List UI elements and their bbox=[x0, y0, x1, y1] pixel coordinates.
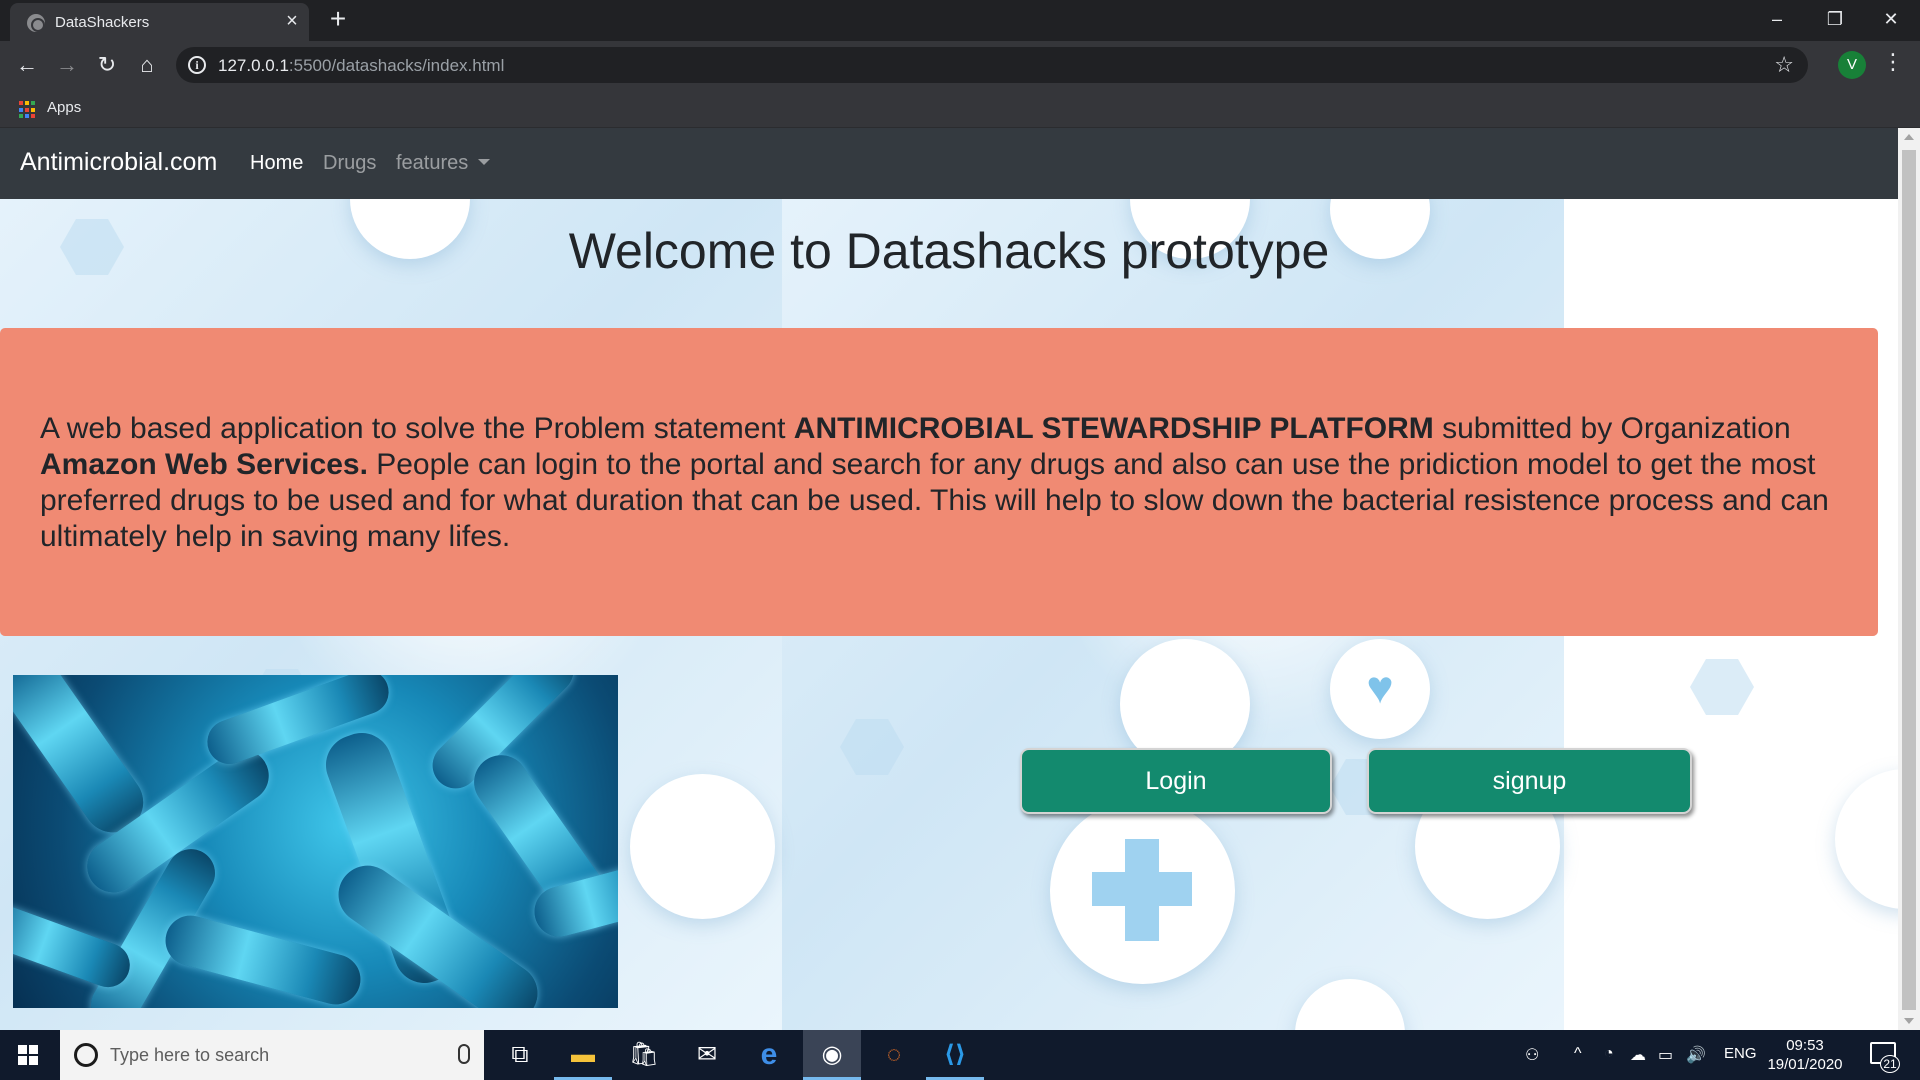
signup-button[interactable]: signup bbox=[1367, 748, 1692, 814]
info-icon[interactable]: i bbox=[188, 56, 206, 74]
page-viewport: ♥ Antimicrobial.com Home Drugs features … bbox=[0, 128, 1898, 1030]
close-window-icon[interactable]: ✕ bbox=[1862, 0, 1920, 41]
taskbar-search-placeholder: Type here to search bbox=[110, 1045, 270, 1065]
restore-icon[interactable]: ❐ bbox=[1806, 0, 1864, 41]
chevron-up-icon[interactable]: ^ bbox=[1574, 1045, 1582, 1063]
nav-drugs[interactable]: Drugs bbox=[323, 152, 376, 175]
url-text: 127.0.0.1:5500/datashacks/index.html bbox=[218, 56, 505, 75]
microphone-icon[interactable] bbox=[458, 1044, 470, 1064]
caret-down-icon bbox=[478, 159, 491, 165]
file-explorer-icon[interactable]: ▬ bbox=[554, 1030, 612, 1080]
taskbar-clock[interactable]: 09:53 19/01/2020 bbox=[1755, 1036, 1855, 1074]
bacteria-image bbox=[13, 675, 618, 1008]
clock-time: 09:53 bbox=[1786, 1037, 1824, 1054]
browser-titlebar: DataShackers × + – ❐ ✕ bbox=[0, 0, 1920, 41]
bookmark-star-icon[interactable]: ☆ bbox=[1774, 52, 1794, 78]
wifi-icon[interactable]: ◔ bbox=[1604, 1045, 1614, 1063]
back-arrow-icon[interactable]: ← bbox=[13, 51, 41, 79]
syringe-circle bbox=[630, 774, 775, 919]
profile-avatar[interactable]: V bbox=[1838, 51, 1866, 79]
scroll-down-arrow-icon[interactable] bbox=[1904, 1018, 1914, 1024]
new-tab-button[interactable]: + bbox=[325, 5, 351, 33]
site-navbar: Antimicrobial.com Home Drugs features bbox=[0, 128, 1898, 199]
decorative-circle bbox=[1835, 769, 1898, 909]
nav-features-dropdown[interactable]: features bbox=[396, 152, 491, 175]
scroll-up-arrow-icon[interactable] bbox=[1904, 134, 1914, 140]
page-scrollbar[interactable] bbox=[1898, 128, 1920, 1030]
globe-icon bbox=[27, 14, 45, 32]
apps-grid-icon[interactable] bbox=[19, 101, 37, 119]
medical-cross-icon bbox=[1092, 872, 1192, 906]
browser-menu-icon[interactable]: ⋮ bbox=[1882, 49, 1904, 75]
reload-icon[interactable]: ↻ bbox=[93, 51, 121, 79]
volume-icon[interactable]: 🔊 bbox=[1686, 1045, 1706, 1065]
jupyter-icon[interactable]: ◌ bbox=[865, 1030, 923, 1080]
tab-title: DataShackers bbox=[55, 14, 150, 31]
onedrive-icon[interactable]: ☁ bbox=[1630, 1045, 1646, 1065]
people-icon[interactable]: ⚇ bbox=[1525, 1045, 1539, 1065]
vscode-icon[interactable]: ⟨⟩ bbox=[926, 1030, 984, 1080]
intro-text: A web based application to solve the Pro… bbox=[40, 412, 1829, 553]
edge-browser-icon[interactable]: e bbox=[740, 1030, 798, 1080]
taskbar-search-box[interactable]: Type here to search bbox=[60, 1030, 484, 1080]
page-title: Welcome to Datashacks prototype bbox=[568, 223, 1330, 279]
browser-tab[interactable]: DataShackers × bbox=[10, 3, 309, 41]
notification-count-badge: 21 bbox=[1880, 1055, 1900, 1073]
bookmarks-bar: Apps bbox=[0, 88, 1920, 128]
language-indicator[interactable]: ENG bbox=[1724, 1045, 1757, 1062]
mail-icon[interactable]: ✉ bbox=[678, 1030, 736, 1080]
windows-taskbar: Type here to search ⧉ ▬ 🛍 ✉ e ◉ ◌ ⟨⟩ ⚇ ^… bbox=[0, 1030, 1920, 1080]
browser-toolbar: ← → ↻ ⌂ i 127.0.0.1:5500/datashacks/inde… bbox=[0, 41, 1920, 88]
scroll-thumb[interactable] bbox=[1902, 150, 1916, 1010]
chrome-browser-icon[interactable]: ◉ bbox=[803, 1030, 861, 1080]
minimize-icon[interactable]: – bbox=[1748, 0, 1806, 41]
microsoft-store-icon[interactable]: 🛍 bbox=[615, 1030, 673, 1080]
heart-icon: ♥ bbox=[1366, 661, 1394, 713]
intro-jumbotron: A web based application to solve the Pro… bbox=[0, 328, 1878, 636]
clock-date: 19/01/2020 bbox=[1767, 1056, 1843, 1073]
login-button[interactable]: Login bbox=[1020, 748, 1332, 814]
task-view-icon[interactable]: ⧉ bbox=[491, 1030, 549, 1080]
nav-home[interactable]: Home bbox=[250, 152, 303, 175]
battery-icon[interactable]: ▭ bbox=[1658, 1045, 1673, 1065]
close-tab-icon[interactable]: × bbox=[281, 10, 303, 32]
home-icon[interactable]: ⌂ bbox=[133, 51, 161, 79]
hexagon-decoration bbox=[1690, 659, 1754, 715]
address-bar[interactable]: i 127.0.0.1:5500/datashacks/index.html ☆ bbox=[176, 47, 1808, 83]
site-brand[interactable]: Antimicrobial.com bbox=[20, 148, 217, 177]
forward-arrow-icon[interactable]: → bbox=[53, 51, 81, 79]
cortana-icon bbox=[74, 1043, 98, 1067]
apps-bookmark[interactable]: Apps bbox=[47, 99, 81, 116]
windows-start-icon[interactable] bbox=[18, 1045, 38, 1065]
